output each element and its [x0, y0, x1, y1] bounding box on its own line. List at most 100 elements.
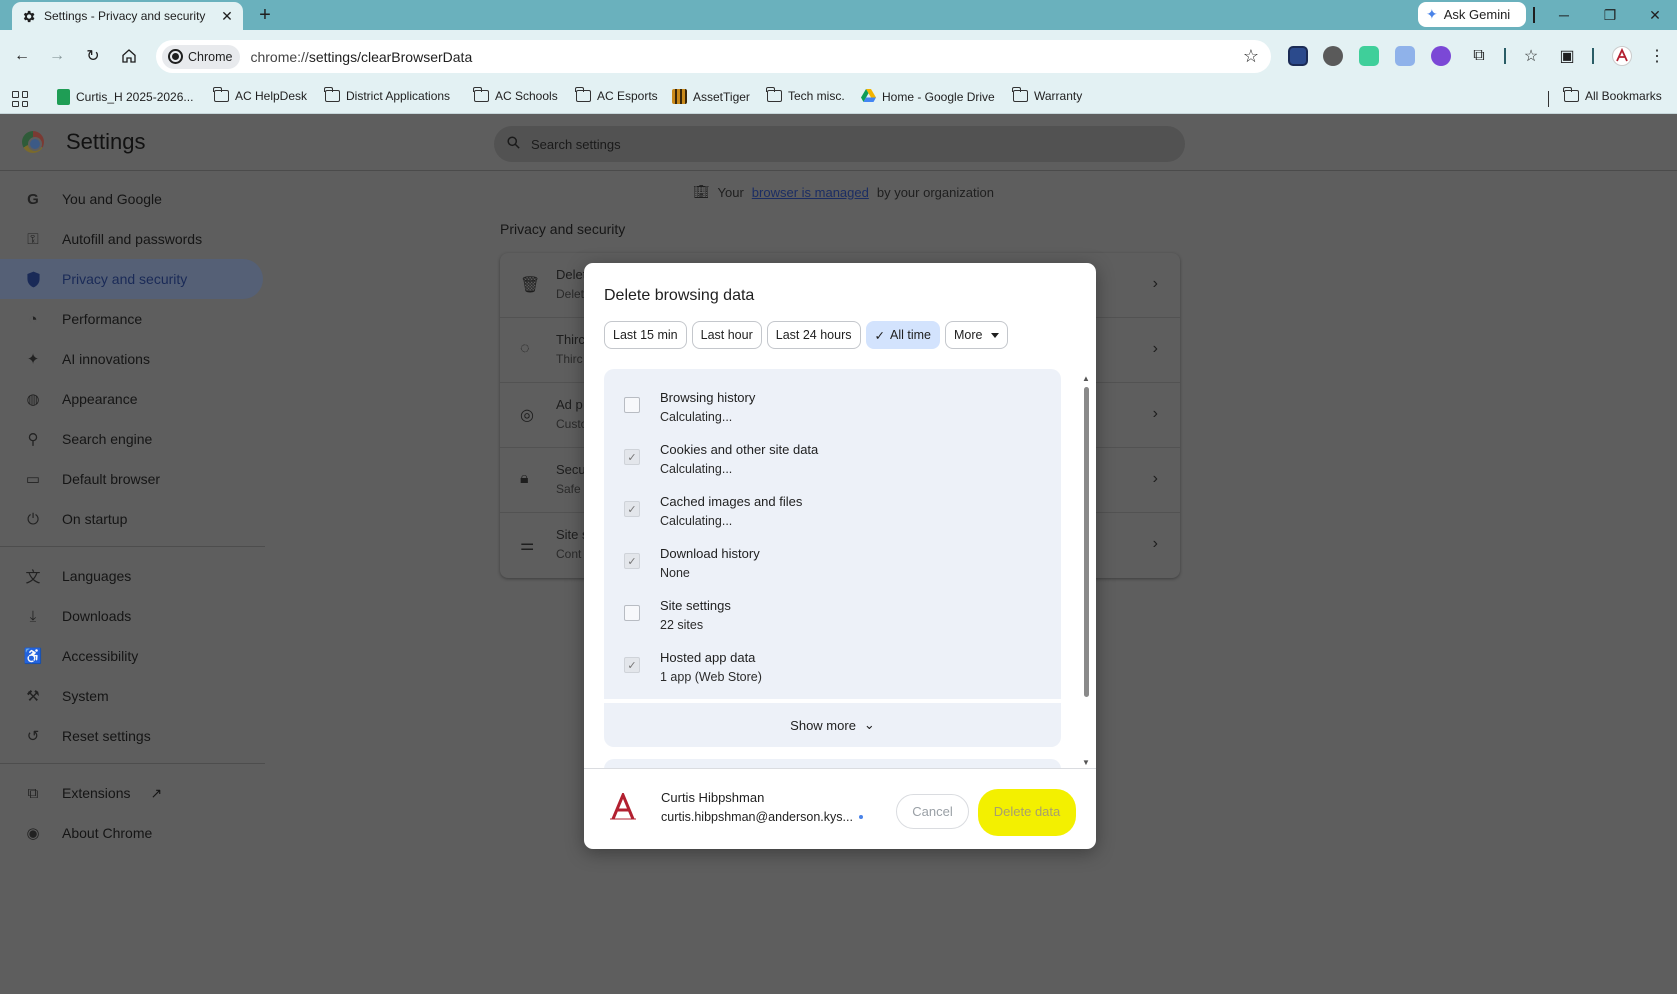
checkbox-hosted-app-data[interactable]: ✓	[624, 657, 640, 673]
sidebar-item-downloads[interactable]: ⤓ Downloads	[0, 596, 263, 636]
list-item-hosted-app-data[interactable]: ✓ Hosted app data 1 app (Web Store)	[604, 639, 1061, 691]
sidebar-item-accessibility[interactable]: ♿ Accessibility	[0, 636, 263, 676]
sidebar-item-label: Performance	[62, 311, 143, 327]
chip-last-24-hours[interactable]: Last 24 hours	[766, 321, 861, 349]
bookmark-assettiger[interactable]: AssetTiger	[672, 89, 750, 104]
cancel-button[interactable]: Cancel	[896, 794, 969, 829]
scrollbar-thumb[interactable]	[1084, 387, 1089, 697]
address-bar[interactable]: Chrome chrome://settings/clearBrowserDat…	[156, 40, 1271, 73]
list-item-cached-images[interactable]: ✓ Cached images and files Calculating...	[604, 483, 1061, 535]
url-text[interactable]: chrome://settings/clearBrowserData	[250, 49, 472, 65]
profile-avatar-icon[interactable]	[1610, 44, 1634, 68]
scroll-up-arrow-icon[interactable]: ▲	[1082, 374, 1090, 383]
sidebar-item-label: Downloads	[62, 608, 132, 624]
list-item-browsing-history[interactable]: Browsing history Calculating...	[604, 379, 1061, 431]
puzzle-icon[interactable]: ⧉	[1467, 44, 1491, 68]
checkbox-download-history[interactable]: ✓	[624, 553, 640, 569]
tab-strip: Settings - Privacy and security ✕ + ✦ As…	[0, 0, 1677, 30]
key-icon: ⚿	[27, 230, 39, 248]
scroll-down-arrow-icon[interactable]: ▼	[1082, 758, 1090, 767]
chip-more-dropdown[interactable]: More	[944, 321, 1009, 349]
list-item-cookies[interactable]: ✓ Cookies and other site data Calculatin…	[604, 431, 1061, 483]
chip-last-hour[interactable]: Last hour	[691, 321, 762, 349]
extension-globe-icon[interactable]	[1323, 46, 1343, 66]
trash-icon: 🗑︎	[520, 277, 541, 294]
bookmark-ac-helpdesk[interactable]: AC HelpDesk	[213, 87, 308, 103]
bookmark-label: AssetTiger	[693, 89, 750, 104]
managed-link[interactable]: browser is managed	[752, 185, 869, 200]
chip-label: Last hour	[700, 328, 753, 342]
back-arrow-icon[interactable]: ←	[10, 44, 34, 68]
list-item-site-settings[interactable]: Site settings 22 sites	[604, 587, 1061, 639]
show-more-button[interactable]: Show more ⌄	[604, 703, 1061, 747]
sidebar-item-privacy[interactable]: Privacy and security	[0, 259, 263, 299]
extension-hex-icon[interactable]	[1395, 46, 1415, 66]
bookmark-warranty[interactable]: Warranty	[1012, 87, 1082, 103]
ask-gemini-button[interactable]: ✦ Ask Gemini	[1418, 2, 1526, 27]
all-bookmarks-button[interactable]: All Bookmarks	[1563, 87, 1662, 103]
sidebar-item-reset-settings[interactable]: ↺ Reset settings	[0, 716, 263, 756]
reload-icon[interactable]: ↻	[81, 44, 105, 68]
chevron-right-icon: ›	[1152, 275, 1158, 292]
sidebar-item-system[interactable]: ⚒ System	[0, 676, 263, 716]
sidebar-item-label: System	[62, 688, 109, 704]
bookmark-google-drive[interactable]: Home - Google Drive	[861, 89, 995, 105]
extension-screen-icon[interactable]	[1288, 46, 1308, 66]
sidebar-item-autofill[interactable]: ⚿ Autofill and passwords	[0, 219, 263, 259]
chip-last-15-min[interactable]: Last 15 min	[604, 321, 687, 349]
sidebar-item-languages[interactable]: 文 Languages	[0, 556, 263, 596]
folder-icon	[575, 87, 591, 102]
account-name: Curtis Hibpshman	[661, 790, 765, 805]
search-settings-input[interactable]: Search settings	[494, 126, 1185, 162]
sidebar-item-default-browser[interactable]: ▭ Default browser	[0, 459, 263, 499]
tab-search-icon[interactable]: ▣	[1555, 44, 1579, 68]
bookmark-ac-schools[interactable]: AC Schools	[473, 87, 558, 103]
checkbox-cached-images[interactable]: ✓	[624, 501, 640, 517]
sidebar-item-you-and-google[interactable]: G You and Google	[0, 179, 263, 219]
sidebar-item-label: You and Google	[62, 191, 162, 207]
chip-all-time[interactable]: ✓ All time	[865, 321, 940, 349]
sidebar-item-search-engine[interactable]: ⚲ Search engine	[0, 419, 263, 459]
bookmark-star-icon[interactable]: ☆	[1243, 46, 1259, 67]
extension-green-icon[interactable]	[1359, 46, 1379, 66]
sidebar-item-on-startup[interactable]: ⏻ On startup	[0, 499, 263, 539]
checkbox-cookies[interactable]: ✓	[624, 449, 640, 465]
item-title: Download history	[660, 546, 760, 561]
apps-grid-icon[interactable]	[12, 91, 28, 107]
bookmark-curtis-sheet[interactable]: Curtis_H 2025-2026...	[57, 89, 193, 105]
restore-button[interactable]: ❐	[1588, 0, 1632, 30]
browser-toolbar: ← → ↻ Chrome chrome://settings/clearBrow…	[0, 30, 1677, 83]
item-title: Site settings	[660, 598, 731, 613]
site-info-chip[interactable]: Chrome	[162, 44, 241, 69]
checkbox-site-settings[interactable]	[624, 605, 640, 621]
bookmark-tech-misc[interactable]: Tech misc.	[766, 87, 845, 103]
bookmark-district-applications[interactable]: District Applications	[324, 87, 450, 103]
extension-purple-icon[interactable]	[1431, 46, 1451, 66]
sidebar-item-ai-innovations[interactable]: ✦ AI innovations	[0, 339, 263, 379]
data-type-list: Browsing history Calculating... ✓ Cookie…	[604, 369, 1061, 699]
sidebar-item-performance[interactable]: ◔ Performance	[0, 299, 263, 339]
row-title: Thirc	[556, 332, 585, 347]
footer-divider	[584, 768, 1096, 769]
ad-privacy-icon: ◎	[520, 407, 534, 424]
sidebar-item-about-chrome[interactable]: ◉ About Chrome	[0, 813, 263, 853]
sidebar-item-appearance[interactable]: ◍ Appearance	[0, 379, 263, 419]
reading-list-icon[interactable]: ☆	[1519, 44, 1543, 68]
home-icon[interactable]	[117, 44, 141, 68]
minimize-button[interactable]: ─	[1542, 0, 1586, 30]
tab-close-icon[interactable]: ✕	[219, 8, 235, 24]
tab-settings[interactable]: Settings - Privacy and security ✕	[12, 2, 243, 30]
forward-arrow-icon[interactable]: →	[45, 44, 69, 68]
list-item-download-history[interactable]: ✓ Download history None	[604, 535, 1061, 587]
delete-data-button[interactable]: Delete data	[982, 794, 1072, 829]
checkbox-browsing-history[interactable]	[624, 397, 640, 413]
kebab-menu-icon[interactable]: ⋮	[1645, 44, 1669, 68]
folder-icon	[766, 87, 782, 102]
bookmark-ac-esports[interactable]: AC Esports	[575, 87, 658, 103]
new-tab-button[interactable]: +	[254, 4, 276, 26]
sidebar-item-extensions[interactable]: ⧉ Extensions ↗	[0, 773, 263, 813]
window-close-button[interactable]: ✕	[1633, 0, 1677, 30]
dialog-title: Delete browsing data	[604, 287, 755, 304]
sync-dot-icon	[858, 815, 863, 819]
bookmark-label: AC HelpDesk	[235, 89, 308, 103]
